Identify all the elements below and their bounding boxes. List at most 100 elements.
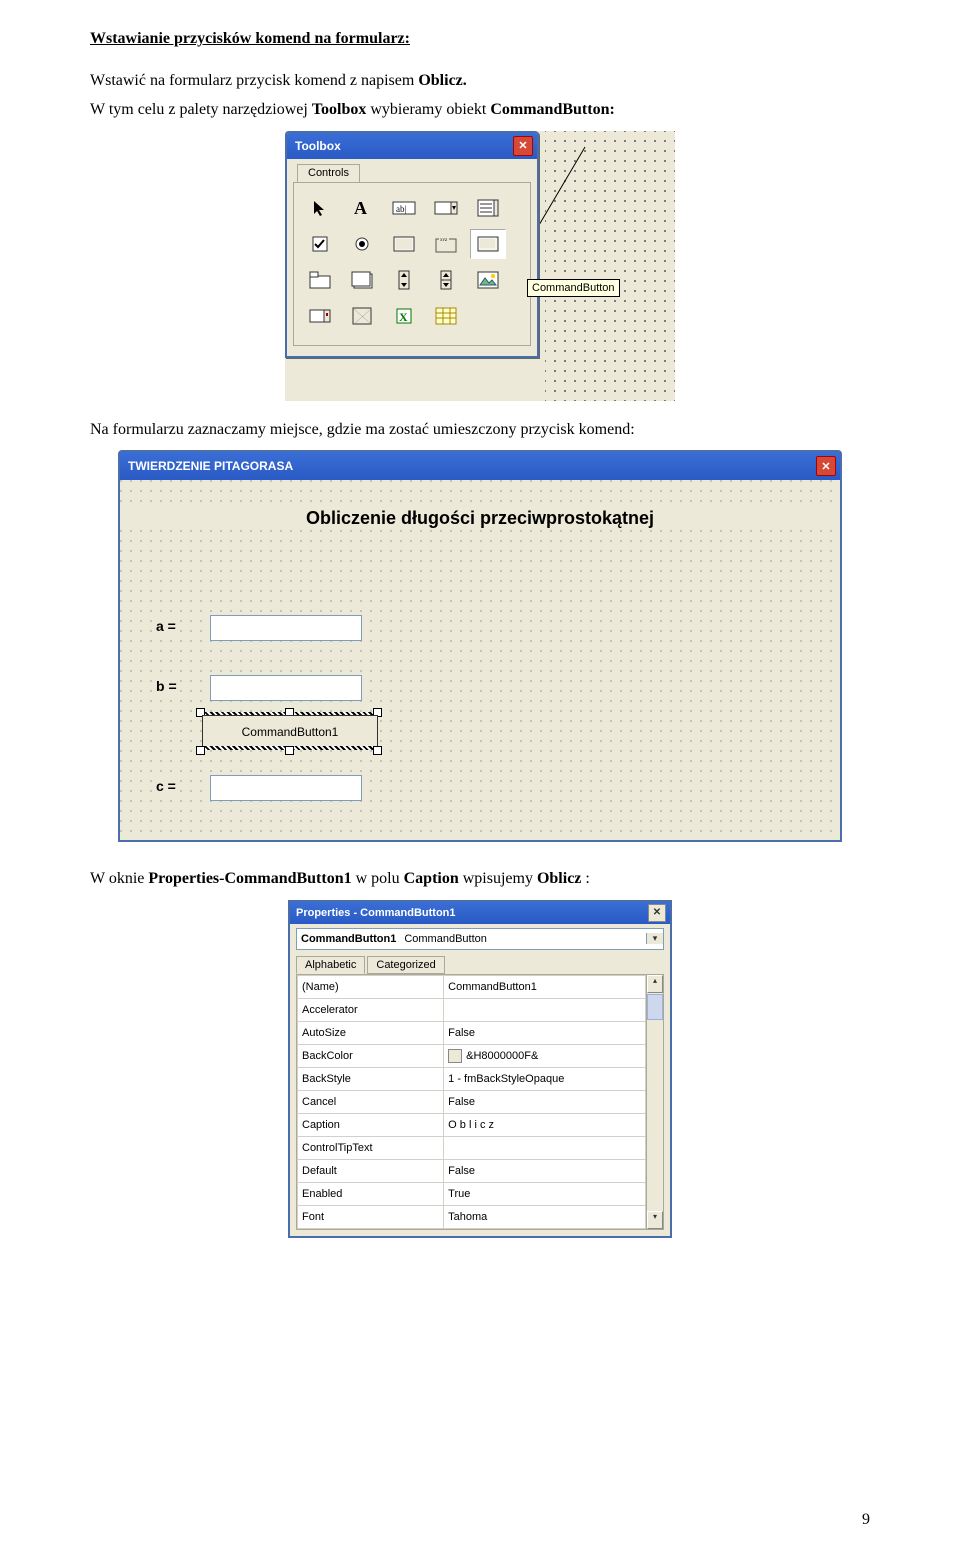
label-c: c = bbox=[154, 778, 178, 794]
property-value[interactable] bbox=[444, 998, 646, 1021]
spreadsheet-control-icon[interactable] bbox=[428, 301, 464, 331]
userform-body: Obliczenie długości przeciwprostokątnej … bbox=[120, 480, 840, 840]
svg-text:A: A bbox=[354, 199, 367, 217]
property-row[interactable]: ControlTipText bbox=[298, 1136, 646, 1159]
property-row[interactable]: EnabledTrue bbox=[298, 1182, 646, 1205]
property-name: (Name) bbox=[298, 975, 444, 998]
properties-titlebar: Properties - CommandButton1 ✕ bbox=[290, 902, 670, 924]
optionbutton-icon[interactable] bbox=[344, 229, 380, 259]
textbox-c[interactable] bbox=[210, 775, 362, 801]
combo-object-type: CommandButton bbox=[400, 933, 646, 945]
textbox-b[interactable] bbox=[210, 675, 362, 701]
close-icon[interactable]: ✕ bbox=[648, 904, 666, 922]
chevron-down-icon[interactable]: ▾ bbox=[646, 933, 663, 944]
image-icon[interactable] bbox=[470, 265, 506, 295]
property-row[interactable]: CancelFalse bbox=[298, 1090, 646, 1113]
userform-titlebar: TWIERDZENIE PITAGORASA ✕ bbox=[120, 452, 840, 480]
properties-window: Properties - CommandButton1 ✕ CommandBut… bbox=[288, 900, 672, 1238]
property-value[interactable]: Tahoma bbox=[444, 1205, 646, 1228]
checkbox-icon[interactable] bbox=[302, 229, 338, 259]
property-row[interactable]: AutoSizeFalse bbox=[298, 1021, 646, 1044]
commandbutton-icon[interactable] bbox=[470, 229, 506, 259]
properties-tabs: Alphabetic Categorized bbox=[296, 956, 664, 974]
scroll-thumb[interactable] bbox=[647, 994, 663, 1020]
section-heading: Wstawianie przycisków komend na formular… bbox=[90, 28, 870, 50]
listbox-icon[interactable] bbox=[470, 193, 506, 223]
svg-text:X: X bbox=[399, 310, 408, 324]
toolbox-figure: Toolbox ✕ Controls A ab| bbox=[285, 131, 675, 401]
toolbox-tab-controls[interactable]: Controls bbox=[297, 164, 360, 182]
svg-text:ab|: ab| bbox=[396, 204, 406, 214]
label-icon[interactable]: A bbox=[344, 193, 380, 223]
refedit-icon[interactable] bbox=[302, 301, 338, 331]
property-row[interactable]: (Name)CommandButton1 bbox=[298, 975, 646, 998]
toolbox-titlebar: Toolbox ✕ bbox=[287, 133, 537, 159]
property-name: AutoSize bbox=[298, 1021, 444, 1044]
close-icon[interactable]: ✕ bbox=[816, 456, 836, 476]
intro-p2-mid: wybieramy obiekt bbox=[366, 101, 490, 118]
commandbutton-tooltip: CommandButton bbox=[527, 279, 620, 297]
textbox-a[interactable] bbox=[210, 615, 362, 641]
togglebutton-icon[interactable] bbox=[386, 229, 422, 259]
intro-p2-b2: CommandButton: bbox=[490, 101, 614, 118]
tab-alphabetic[interactable]: Alphabetic bbox=[296, 956, 365, 974]
multipage-icon[interactable] bbox=[344, 265, 380, 295]
property-value[interactable]: O b l i c z bbox=[444, 1113, 646, 1136]
excel-control-icon[interactable]: X bbox=[386, 301, 422, 331]
p3-mid: w polu bbox=[352, 870, 404, 887]
textbox-icon[interactable]: ab| bbox=[386, 193, 422, 223]
property-value[interactable]: &H8000000F& bbox=[444, 1044, 646, 1067]
property-name: BackStyle bbox=[298, 1067, 444, 1090]
property-name: Enabled bbox=[298, 1182, 444, 1205]
scroll-down-icon[interactable]: ▾ bbox=[647, 1211, 663, 1229]
spinbutton-icon[interactable] bbox=[428, 265, 464, 295]
property-row[interactable]: BackStyle1 - fmBackStyleOpaque bbox=[298, 1067, 646, 1090]
form-heading-label: Obliczenie długości przeciwprostokątnej bbox=[120, 508, 840, 529]
empty-slot bbox=[470, 301, 506, 331]
intro-p1-pre: Wstawić na formularz przycisk komend z n… bbox=[90, 72, 418, 89]
property-name: ControlTipText bbox=[298, 1136, 444, 1159]
properties-title-text: Properties - CommandButton1 bbox=[296, 907, 456, 919]
property-value[interactable]: 1 - fmBackStyleOpaque bbox=[444, 1067, 646, 1090]
property-value[interactable]: CommandButton1 bbox=[444, 975, 646, 998]
p3-b3: Oblicz bbox=[537, 870, 581, 887]
property-name: Accelerator bbox=[298, 998, 444, 1021]
label-a: a = bbox=[154, 618, 178, 634]
property-row[interactable]: DefaultFalse bbox=[298, 1159, 646, 1182]
p3-b1: Properties-CommandButton1 bbox=[148, 870, 351, 887]
property-row[interactable]: CaptionO b l i c z bbox=[298, 1113, 646, 1136]
p3-pre: W oknie bbox=[90, 870, 148, 887]
p3-mid2: wpisujemy bbox=[459, 870, 537, 887]
color-swatch-icon bbox=[448, 1049, 462, 1063]
property-row[interactable]: FontTahoma bbox=[298, 1205, 646, 1228]
scrollbar-icon[interactable] bbox=[386, 265, 422, 295]
property-row[interactable]: BackColor&H8000000F& bbox=[298, 1044, 646, 1067]
selection-handles-bottom bbox=[196, 746, 382, 754]
tab-categorized[interactable]: Categorized bbox=[367, 956, 444, 974]
commandbutton1[interactable]: CommandButton1 bbox=[202, 715, 378, 749]
property-value[interactable]: False bbox=[444, 1090, 646, 1113]
pointer-icon[interactable] bbox=[302, 193, 338, 223]
tabstrip-icon[interactable] bbox=[302, 265, 338, 295]
properties-scrollbar[interactable]: ▴ ▾ bbox=[646, 975, 663, 1229]
para-placement: Na formularzu zaznaczamy miejsce, gdzie … bbox=[90, 419, 870, 441]
combobox-icon[interactable] bbox=[428, 193, 464, 223]
unknown-control-icon[interactable] bbox=[344, 301, 380, 331]
userform-title-text: TWIERDZENIE PITAGORASA bbox=[128, 459, 293, 473]
property-value[interactable] bbox=[444, 1136, 646, 1159]
userform-window: TWIERDZENIE PITAGORASA ✕ Obliczenie dług… bbox=[118, 450, 842, 842]
object-selector-combo[interactable]: CommandButton1 CommandButton ▾ bbox=[296, 928, 664, 950]
svg-text:xvz: xvz bbox=[440, 238, 448, 243]
property-value[interactable]: False bbox=[444, 1021, 646, 1044]
close-icon[interactable]: ✕ bbox=[513, 136, 533, 156]
form-designer-grid bbox=[545, 131, 675, 401]
scroll-up-icon[interactable]: ▴ bbox=[647, 975, 663, 993]
property-row[interactable]: Accelerator bbox=[298, 998, 646, 1021]
frame-icon[interactable]: xvz bbox=[428, 229, 464, 259]
property-value[interactable]: True bbox=[444, 1182, 646, 1205]
page-number: 9 bbox=[862, 1511, 870, 1529]
property-value[interactable]: False bbox=[444, 1159, 646, 1182]
property-name: Default bbox=[298, 1159, 444, 1182]
toolbox-window: Toolbox ✕ Controls A ab| bbox=[285, 131, 539, 358]
label-b: b = bbox=[154, 678, 179, 694]
